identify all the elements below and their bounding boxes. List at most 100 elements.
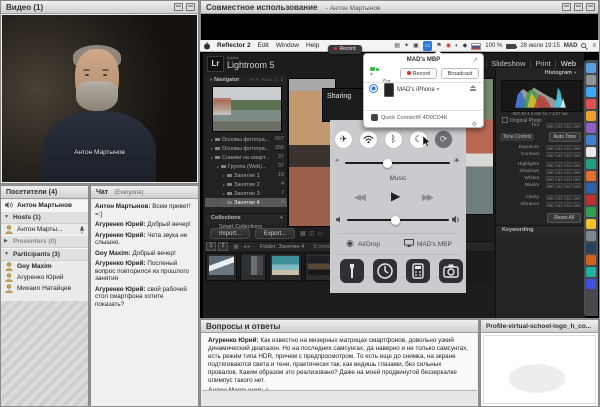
stepper-buttons[interactable]: ◂◂◂▸▸▸ xyxy=(546,152,581,157)
stepper-buttons[interactable]: ◂◂◂▸▸▸ xyxy=(546,183,581,188)
view-mode-icons[interactable]: ▦◫▭ xyxy=(300,230,326,237)
module-slideshow[interactable]: Slideshow xyxy=(481,59,525,68)
stepper-buttons[interactable]: ◂◂◂▸▸▸ xyxy=(546,123,581,128)
menu-help[interactable]: Help xyxy=(306,40,319,52)
dock-app-icon[interactable] xyxy=(586,63,596,73)
dock-app-icon[interactable] xyxy=(586,111,596,121)
flashlight-button[interactable] xyxy=(340,259,364,283)
keyboard-layout-flag[interactable] xyxy=(471,43,481,50)
dock-app-icon[interactable] xyxy=(586,279,596,289)
menu-window[interactable]: Window xyxy=(276,40,299,52)
brightness-knob[interactable] xyxy=(383,159,392,168)
folder-row[interactable]: Занятие 118 xyxy=(205,171,287,180)
dock-app-icon[interactable] xyxy=(586,135,596,145)
search-icon[interactable] xyxy=(581,43,588,50)
auto-tone-button[interactable]: Auto Tone xyxy=(549,132,581,142)
dock-app-icon[interactable] xyxy=(586,171,596,181)
airplay-target-button[interactable]: MAD's MBP xyxy=(417,241,452,248)
dock-app-icon[interactable] xyxy=(586,123,596,133)
qa-body[interactable]: Агуренко Юрий Как известно на мизерных м… xyxy=(202,333,477,391)
brightness-slider[interactable] xyxy=(345,162,450,164)
menu-edit[interactable]: Edit xyxy=(258,40,269,52)
dock-app-icon[interactable] xyxy=(586,267,596,277)
module-web[interactable]: Web xyxy=(551,59,576,68)
collections-header[interactable]: Collections xyxy=(205,213,287,223)
filmstrip-thumb[interactable] xyxy=(269,253,302,281)
rotation-lock-toggle[interactable]: ⟳ xyxy=(435,131,452,148)
dock-app-icon[interactable] xyxy=(586,159,596,169)
dock-app-icon[interactable] xyxy=(586,255,596,265)
dock-app-icon[interactable] xyxy=(586,147,596,157)
broadcast-button[interactable]: Broadcast xyxy=(441,68,479,79)
stepper-buttons[interactable]: ◂◂◂▸▸▸ xyxy=(546,195,581,200)
folder-row-selected[interactable]: Занятие 48 xyxy=(205,198,287,207)
active-speaker-row[interactable]: Антон Мартынов xyxy=(1,200,88,211)
dock-app-icon[interactable] xyxy=(586,195,596,205)
page-2-button[interactable]: 2 xyxy=(218,242,228,251)
folder-row[interactable]: Основы фотогра...358 xyxy=(205,144,287,153)
dock-app-icon[interactable] xyxy=(586,219,596,229)
monitor2-icon[interactable] xyxy=(574,3,583,11)
presenters-group-header[interactable]: Presenters (0) xyxy=(1,235,88,248)
record-button[interactable]: Record xyxy=(400,68,437,79)
record-chip[interactable]: Record xyxy=(328,45,362,54)
chat-scope[interactable]: (Everyone) xyxy=(114,190,143,196)
page-1-button[interactable]: 1 xyxy=(206,242,216,251)
dock-app-icon[interactable] xyxy=(586,87,596,97)
expand-icon[interactable]: ↗ xyxy=(472,56,478,64)
participant-row[interactable]: Goy Maxim xyxy=(1,261,88,272)
sync-menu-icon[interactable]: ✦ xyxy=(404,40,409,52)
rewind-button[interactable]: ◀◀ xyxy=(354,192,364,203)
video-panel-header[interactable]: Видео (1) xyxy=(1,1,198,14)
attendees-panel-header[interactable]: Посетители (4) xyxy=(1,186,88,199)
camera-button[interactable] xyxy=(439,259,463,283)
folder-row[interactable]: Занятие 37 xyxy=(205,189,287,198)
filmstrip-thumb[interactable] xyxy=(240,253,266,281)
stepper-buttons[interactable]: ◂◂◂▸▸▸ xyxy=(546,162,581,167)
tone-control-dropdown[interactable]: Tone Control xyxy=(500,133,534,141)
host-row[interactable]: Антон Марты... xyxy=(1,224,88,235)
quick-connect-label[interactable]: Quick Connect® 4D0CD4K xyxy=(381,115,447,121)
filmstrip-thumb[interactable] xyxy=(206,253,237,281)
dock-app-icon[interactable] xyxy=(586,207,596,217)
settings-gear-icon[interactable]: ⚙ xyxy=(472,113,477,131)
participant-row[interactable]: Агуренко Юрий xyxy=(1,272,88,283)
keywording-header[interactable]: Keywording xyxy=(496,225,585,235)
airdrop-button[interactable]: AirDrop xyxy=(358,241,380,248)
bluetooth-toggle[interactable]: ᛒ xyxy=(385,131,402,148)
timer-button[interactable] xyxy=(373,259,397,283)
filmstrip-folder-label[interactable]: Folder: Занятие 4 xyxy=(260,244,304,250)
airplane-mode-toggle[interactable]: ✈ xyxy=(335,131,352,148)
share-panel-header[interactable]: Совместное использование - Антон Мартыно… xyxy=(201,1,598,14)
display-menu-icon[interactable]: ▤ xyxy=(394,40,400,52)
dock-app-icon[interactable] xyxy=(586,99,596,109)
reflector-menu-icon[interactable]: ▭ xyxy=(423,41,433,51)
module-print[interactable]: Print xyxy=(525,59,550,68)
calculator-button[interactable] xyxy=(406,259,430,283)
fullscreen-icon[interactable] xyxy=(586,3,595,11)
monitor-icon[interactable] xyxy=(562,3,571,11)
notification-center-icon[interactable]: ≡ xyxy=(592,40,596,52)
maximize-icon[interactable] xyxy=(186,3,195,11)
volume-knob[interactable] xyxy=(391,216,400,225)
wifi-menu-icon[interactable]: ◆ xyxy=(463,40,468,52)
histogram-header[interactable]: Histogram xyxy=(545,70,577,76)
folder-row[interactable]: Группа (Web)...37 xyxy=(205,162,287,171)
wifi-toggle[interactable] xyxy=(360,131,377,148)
screen-view-icon[interactable] xyxy=(370,85,377,92)
mic-mute-icon[interactable]: ▾ xyxy=(370,71,373,78)
stepper-buttons[interactable]: ◂◂◂▸▸▸ xyxy=(546,202,581,207)
window-menu-icon[interactable]: ▣ xyxy=(413,40,419,52)
nav-arrows-icon[interactable]: ◂ ▸ xyxy=(243,244,250,250)
participant-row[interactable]: Михаил Натайцев xyxy=(1,283,88,294)
chat-panel-header[interactable]: Чат (Everyone) xyxy=(91,186,198,199)
participants-group-header[interactable]: Participants (3) xyxy=(1,248,88,261)
stepper-buttons[interactable]: ◂◂◂▸▸▸ xyxy=(546,145,581,150)
notification-menu-icon[interactable]: ◉ xyxy=(446,40,451,52)
grid-view-icon[interactable]: ▦ xyxy=(234,244,239,250)
forward-button[interactable]: ▶▶ xyxy=(422,192,432,203)
hosts-group-header[interactable]: Hosts (1) xyxy=(1,211,88,224)
stepper-buttons[interactable]: ◂◂◂▸▸▸ xyxy=(546,176,581,181)
navigator-preview[interactable] xyxy=(212,86,282,132)
timemachine-menu-icon[interactable]: ◐ xyxy=(455,40,459,52)
